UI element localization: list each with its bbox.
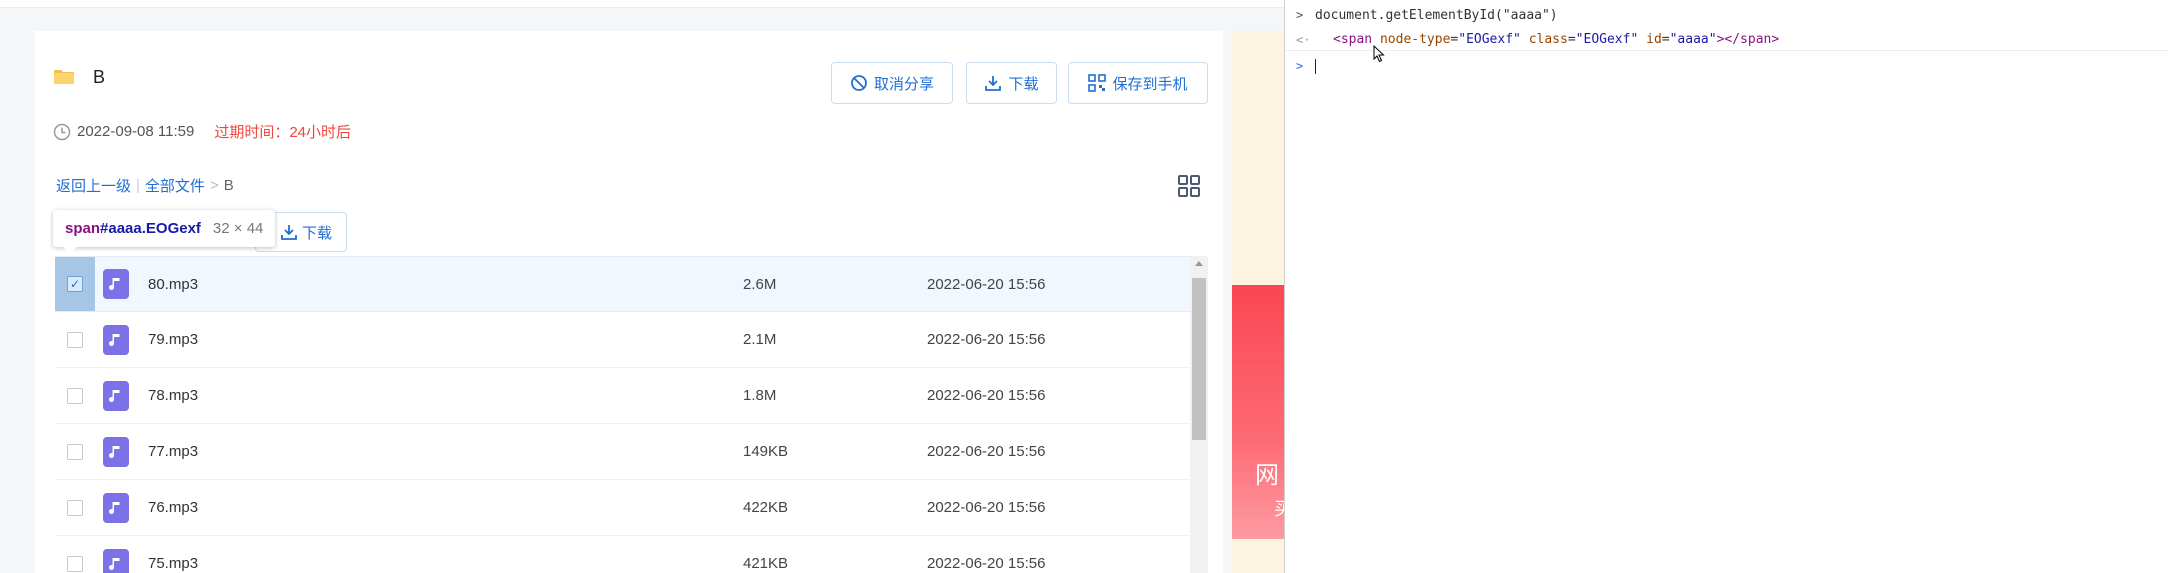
breadcrumb: 返回上一级 | 全部文件 > B xyxy=(56,175,234,196)
back-link[interactable]: 返回上一级 xyxy=(56,175,131,196)
cancel-share-label: 取消分享 xyxy=(873,75,934,93)
folder-icon xyxy=(54,70,74,84)
file-date: 2022-06-20 15:56 xyxy=(927,499,1046,516)
checkbox-cell[interactable]: ✓ xyxy=(55,257,95,311)
checkbox[interactable] xyxy=(67,555,83,572)
output-attr-1: node-type xyxy=(1379,32,1451,47)
tooltip-selector-rest: #aaaa.EOGexf xyxy=(100,220,201,237)
grid-view-icon[interactable] xyxy=(1178,175,1200,197)
file-row[interactable]: 78.mp3 1.8M 2022-06-20 15:56 xyxy=(55,368,1190,424)
file-row[interactable]: 75.mp3 421KB 2022-06-20 15:56 xyxy=(55,536,1190,573)
file-row[interactable]: ✓ 80.mp3 2.6M 2022-06-20 15:56 xyxy=(55,256,1190,312)
download-button[interactable]: 下载 xyxy=(966,62,1057,104)
checkbox-cell[interactable] xyxy=(55,424,95,479)
output-val-2: "EOGexf" xyxy=(1575,32,1639,47)
mouse-cursor-icon xyxy=(1373,45,1385,63)
ad-text-2: 买 xyxy=(1274,499,1284,519)
all-files-link[interactable]: 全部文件 xyxy=(145,175,205,196)
devtools-console: > document.getElementById("aaaa") <· <sp… xyxy=(1284,0,2168,573)
file-date: 2022-06-20 15:56 xyxy=(927,275,1046,293)
toolbar-download-label: 下载 xyxy=(301,224,332,242)
music-file-icon xyxy=(103,269,129,299)
console-prompt-line[interactable]: > xyxy=(1285,56,2168,76)
file-name[interactable]: 77.mp3 xyxy=(148,443,198,460)
file-row[interactable]: 76.mp3 422KB 2022-06-20 15:56 xyxy=(55,480,1190,536)
share-date: 2022-09-08 11:59 xyxy=(77,123,195,140)
save-to-phone-label: 保存到手机 xyxy=(1112,75,1188,93)
file-date: 2022-06-20 15:56 xyxy=(927,555,1046,572)
output-attr-2: class xyxy=(1528,32,1568,47)
ad-text-1: 网 xyxy=(1255,462,1279,489)
music-file-icon xyxy=(103,548,129,573)
cancel-share-button[interactable]: 取消分享 xyxy=(831,62,953,104)
file-name[interactable]: 75.mp3 xyxy=(148,555,198,572)
console-input-text[interactable]: document.getElementById("aaaa") xyxy=(1315,8,1558,23)
checkbox-cell[interactable] xyxy=(55,368,95,423)
music-file-icon xyxy=(103,492,129,523)
file-size: 2.6M xyxy=(743,275,777,293)
checkbox-cell[interactable] xyxy=(55,312,95,367)
tooltip-selector: span#aaaa.EOGexf xyxy=(65,220,201,237)
console-output-element[interactable]: <span node-type="EOGexf" class="EOGexf" … xyxy=(1333,32,1779,47)
output-open-tag: <span xyxy=(1333,32,1373,47)
output-attr-3: id xyxy=(1646,32,1662,47)
clock-icon xyxy=(53,123,71,140)
checkbox-cell[interactable] xyxy=(55,480,95,535)
music-file-icon xyxy=(103,324,129,355)
file-row[interactable]: 79.mp3 2.1M 2022-06-20 15:56 xyxy=(55,312,1190,368)
breadcrumb-separator: > xyxy=(209,177,219,194)
devtools-inspect-tooltip: span#aaaa.EOGexf 32 × 44 xyxy=(53,210,276,254)
music-file-icon xyxy=(103,436,129,467)
output-close-tag: ></span> xyxy=(1716,32,1780,47)
checkbox[interactable] xyxy=(67,499,83,516)
file-name[interactable]: 76.mp3 xyxy=(148,499,198,516)
file-size: 2.1M xyxy=(743,331,777,348)
console-input-line: > document.getElementById("aaaa") xyxy=(1285,5,2168,25)
checkbox[interactable] xyxy=(67,331,83,348)
prompt-chevron-icon: > xyxy=(1296,8,1304,22)
ad-banner[interactable]: 网 买 xyxy=(1232,285,1284,539)
top-bar xyxy=(0,0,1284,8)
list-scrollbar[interactable] xyxy=(1190,256,1208,573)
download-label: 下载 xyxy=(1008,75,1039,93)
checkbox-cell[interactable] xyxy=(55,536,95,573)
file-date: 2022-06-20 15:56 xyxy=(927,443,1046,460)
file-date: 2022-06-20 15:56 xyxy=(927,387,1046,404)
console-output-line: <· <span node-type="EOGexf" class="EOGex… xyxy=(1285,29,2168,51)
expire-text: 过期时间：24小时后 xyxy=(214,124,352,141)
download-icon xyxy=(985,76,1002,91)
checkbox[interactable] xyxy=(67,443,83,460)
scroll-thumb[interactable] xyxy=(1192,278,1206,440)
side-ad-panel: 网 买 xyxy=(1232,31,1284,573)
prompt-chevron-icon: > xyxy=(1296,59,1304,73)
save-to-phone-button[interactable]: 保存到手机 xyxy=(1068,62,1208,104)
checkbox[interactable]: ✓ xyxy=(67,276,83,292)
file-size: 421KB xyxy=(743,555,789,572)
qrcode-icon xyxy=(1088,74,1107,92)
breadcrumb-divider: | xyxy=(136,177,140,194)
output-val-3: "aaaa" xyxy=(1669,32,1717,47)
file-list: ✓ 80.mp3 2.6M 2022-06-20 15:56 79.mp3 2.… xyxy=(55,256,1190,573)
checkbox[interactable] xyxy=(67,387,83,404)
console-caret[interactable] xyxy=(1315,58,1316,74)
tooltip-tag: span xyxy=(65,220,101,237)
file-size: 422KB xyxy=(743,499,789,516)
file-name[interactable]: 79.mp3 xyxy=(148,331,198,348)
result-arrow-icon: <· xyxy=(1296,32,1311,47)
music-file-icon xyxy=(103,380,129,411)
file-size: 1.8M xyxy=(743,387,777,404)
download-icon xyxy=(281,225,297,240)
file-name[interactable]: 80.mp3 xyxy=(148,276,198,293)
share-meta: 2022-09-08 11:59 过期时间：24小时后 xyxy=(53,121,351,142)
file-size: 149KB xyxy=(743,443,789,460)
file-row[interactable]: 77.mp3 149KB 2022-06-20 15:56 xyxy=(55,424,1190,480)
file-name[interactable]: 78.mp3 xyxy=(148,387,198,404)
breadcrumb-current: B xyxy=(223,177,234,194)
output-val-1: "EOGexf" xyxy=(1458,32,1521,47)
scroll-up-arrow-icon[interactable] xyxy=(1195,261,1203,266)
file-date: 2022-06-20 15:56 xyxy=(927,331,1046,348)
tooltip-size: 32 × 44 xyxy=(212,220,264,237)
cancel-icon xyxy=(851,75,867,91)
folder-title: B xyxy=(93,67,106,87)
